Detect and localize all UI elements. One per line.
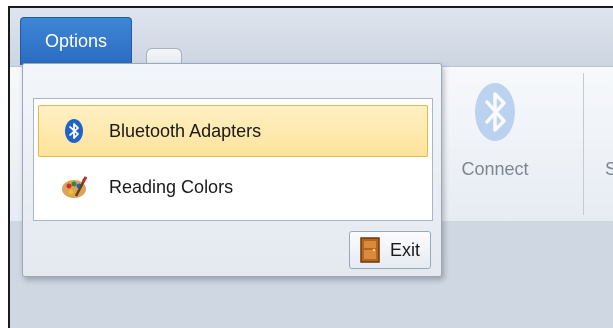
exit-label: Exit	[390, 239, 421, 260]
tab-strip: Options	[10, 8, 613, 68]
ribbon-separator	[583, 73, 584, 215]
options-dropdown-menu: Bluetooth Adapters Reading Colors Exit	[22, 63, 442, 277]
menu-item-label: Reading Colors	[109, 176, 234, 197]
menu-list: Bluetooth Adapters Reading Colors	[33, 98, 433, 221]
exit-button[interactable]: Exit	[349, 231, 431, 269]
menu-item-reading-colors[interactable]: Reading Colors	[38, 161, 428, 213]
connect-label: Connect	[461, 159, 529, 179]
bluetooth-icon	[475, 83, 515, 141]
menu-item-label: Bluetooth Adapters	[109, 120, 262, 141]
ribbon-button-label-partial[interactable]: S	[605, 159, 613, 180]
bluetooth-icon	[61, 118, 87, 144]
menu-item-bluetooth-adapters[interactable]: Bluetooth Adapters	[38, 105, 428, 157]
options-tab[interactable]: Options	[20, 17, 132, 65]
palette-icon	[61, 174, 88, 200]
door-icon	[360, 237, 380, 263]
connect-button[interactable]: Connect	[440, 77, 550, 197]
